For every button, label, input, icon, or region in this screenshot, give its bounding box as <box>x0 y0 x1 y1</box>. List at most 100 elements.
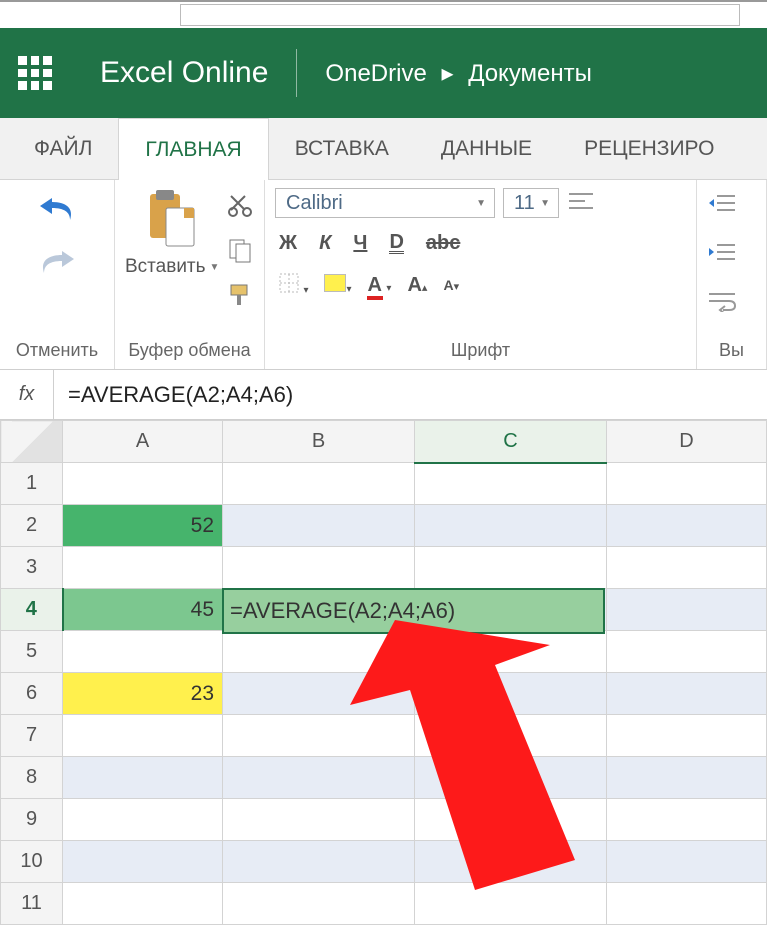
browser-chrome-strip <box>0 0 767 28</box>
breadcrumb[interactable]: OneDrive ▸ Документы <box>325 59 591 88</box>
paste-label: Вставить <box>125 256 206 278</box>
strikethrough-button[interactable]: abc <box>426 232 460 255</box>
undo-icon[interactable] <box>34 194 80 227</box>
separator <box>296 49 297 97</box>
row-header[interactable]: 9 <box>1 799 63 841</box>
group-label-align: Вы <box>707 336 756 367</box>
tab-file[interactable]: ФАЙЛ <box>8 118 118 179</box>
font-name-select[interactable]: Calibri ▼ <box>275 188 495 218</box>
row-header[interactable]: 6 <box>1 673 63 715</box>
underline-button[interactable]: Ч <box>353 232 367 255</box>
cell-a4[interactable]: 45 <box>63 589 223 631</box>
cell-d3[interactable] <box>607 547 767 589</box>
cell-a8[interactable] <box>63 757 223 799</box>
tab-home[interactable]: ГЛАВНАЯ <box>118 118 268 180</box>
group-label-font: Шрифт <box>275 336 686 367</box>
row-header[interactable]: 3 <box>1 547 63 589</box>
double-underline-button[interactable]: D <box>389 233 403 254</box>
group-undo: Отменить <box>0 180 115 369</box>
ribbon: Отменить Вставить ▼ <box>0 180 767 370</box>
increase-indent-icon[interactable] <box>707 241 756 268</box>
cell-a2[interactable]: 52 <box>63 505 223 547</box>
cell-d1[interactable] <box>607 463 767 505</box>
formula-input[interactable] <box>54 382 767 408</box>
cell-a9[interactable] <box>63 799 223 841</box>
chevron-down-icon: ▼ <box>540 198 550 209</box>
cell-c3[interactable] <box>415 547 607 589</box>
column-header-d[interactable]: D <box>607 421 767 463</box>
borders-button[interactable]: ▾ <box>279 273 308 298</box>
cell-d9[interactable] <box>607 799 767 841</box>
cell-b3[interactable] <box>223 547 415 589</box>
italic-button[interactable]: К <box>319 232 331 255</box>
app-launcher-icon[interactable] <box>18 56 52 90</box>
row-header[interactable]: 10 <box>1 841 63 883</box>
cell-a3[interactable] <box>63 547 223 589</box>
tab-insert[interactable]: ВСТАВКА <box>269 118 415 179</box>
redo-icon[interactable] <box>34 247 80 280</box>
cell-c1[interactable] <box>415 463 607 505</box>
bold-button[interactable]: Ж <box>279 232 297 255</box>
cell-d6[interactable] <box>607 673 767 715</box>
cell-d5[interactable] <box>607 631 767 673</box>
chevron-down-icon: ▼ <box>476 198 486 209</box>
cell-b2[interactable] <box>223 505 415 547</box>
cell-d7[interactable] <box>607 715 767 757</box>
row-header[interactable]: 1 <box>1 463 63 505</box>
cell-a5[interactable] <box>63 631 223 673</box>
cell-d11[interactable] <box>607 883 767 925</box>
shrink-font-button[interactable]: A▾ <box>443 277 459 295</box>
row-header[interactable]: 11 <box>1 883 63 925</box>
select-all-corner[interactable] <box>1 421 63 463</box>
align-menu-icon[interactable] <box>567 190 595 217</box>
font-name-value: Calibri <box>286 192 343 215</box>
cell-d10[interactable] <box>607 841 767 883</box>
group-alignment: Вы <box>697 180 767 369</box>
cell-d8[interactable] <box>607 757 767 799</box>
cell-c2[interactable] <box>415 505 607 547</box>
fill-color-button[interactable]: ▾ <box>324 274 351 297</box>
title-bar: Excel Online OneDrive ▸ Документы <box>0 28 767 118</box>
row-header[interactable]: 4 <box>1 589 63 631</box>
column-header-a[interactable]: A <box>63 421 223 463</box>
cell-a6[interactable]: 23 <box>63 673 223 715</box>
app-brand: Excel Online <box>100 56 268 90</box>
row-header[interactable]: 7 <box>1 715 63 757</box>
wrap-text-icon[interactable] <box>707 290 756 317</box>
cell-a1[interactable] <box>63 463 223 505</box>
font-color-button[interactable]: A ▾ <box>368 274 392 297</box>
grow-font-button[interactable]: A▴ <box>407 274 427 297</box>
group-clipboard: Вставить▼ Буфер обмена <box>115 180 265 369</box>
copy-icon[interactable] <box>227 237 253 268</box>
formula-bar: fx <box>0 370 767 420</box>
breadcrumb-root[interactable]: OneDrive <box>325 60 426 87</box>
cut-icon[interactable] <box>227 192 253 223</box>
cell-a11[interactable] <box>63 883 223 925</box>
cell-d4[interactable] <box>607 589 767 631</box>
chevron-down-icon[interactable]: ▼ <box>210 262 220 273</box>
column-header-c[interactable]: C <box>415 421 607 463</box>
format-painter-icon[interactable] <box>227 282 253 313</box>
breadcrumb-folder[interactable]: Документы <box>468 60 592 87</box>
paste-button[interactable]: Вставить ▼ <box>125 188 219 278</box>
fx-icon[interactable]: fx <box>0 370 54 419</box>
row-header[interactable]: 5 <box>1 631 63 673</box>
font-size-value: 11 <box>514 192 535 215</box>
decrease-indent-icon[interactable] <box>707 192 756 219</box>
annotation-arrow-icon <box>340 610 620 910</box>
group-label-undo: Отменить <box>10 336 104 367</box>
font-size-select[interactable]: 11 ▼ <box>503 188 559 218</box>
row-header[interactable]: 8 <box>1 757 63 799</box>
row-header[interactable]: 2 <box>1 505 63 547</box>
cell-a10[interactable] <box>63 841 223 883</box>
chevron-right-icon: ▸ <box>441 60 453 87</box>
cell-a7[interactable] <box>63 715 223 757</box>
spreadsheet: A B C D 1 2 52 3 4 45 5 6 23 7 8 9 10 11… <box>0 420 767 925</box>
group-font: Calibri ▼ 11 ▼ Ж К Ч D abc <box>265 180 697 369</box>
column-header-b[interactable]: B <box>223 421 415 463</box>
tab-data[interactable]: ДАННЫЕ <box>415 118 558 179</box>
tab-review[interactable]: РЕЦЕНЗИРО <box>558 118 740 179</box>
cell-b1[interactable] <box>223 463 415 505</box>
browser-url-slot <box>180 4 740 26</box>
cell-d2[interactable] <box>607 505 767 547</box>
